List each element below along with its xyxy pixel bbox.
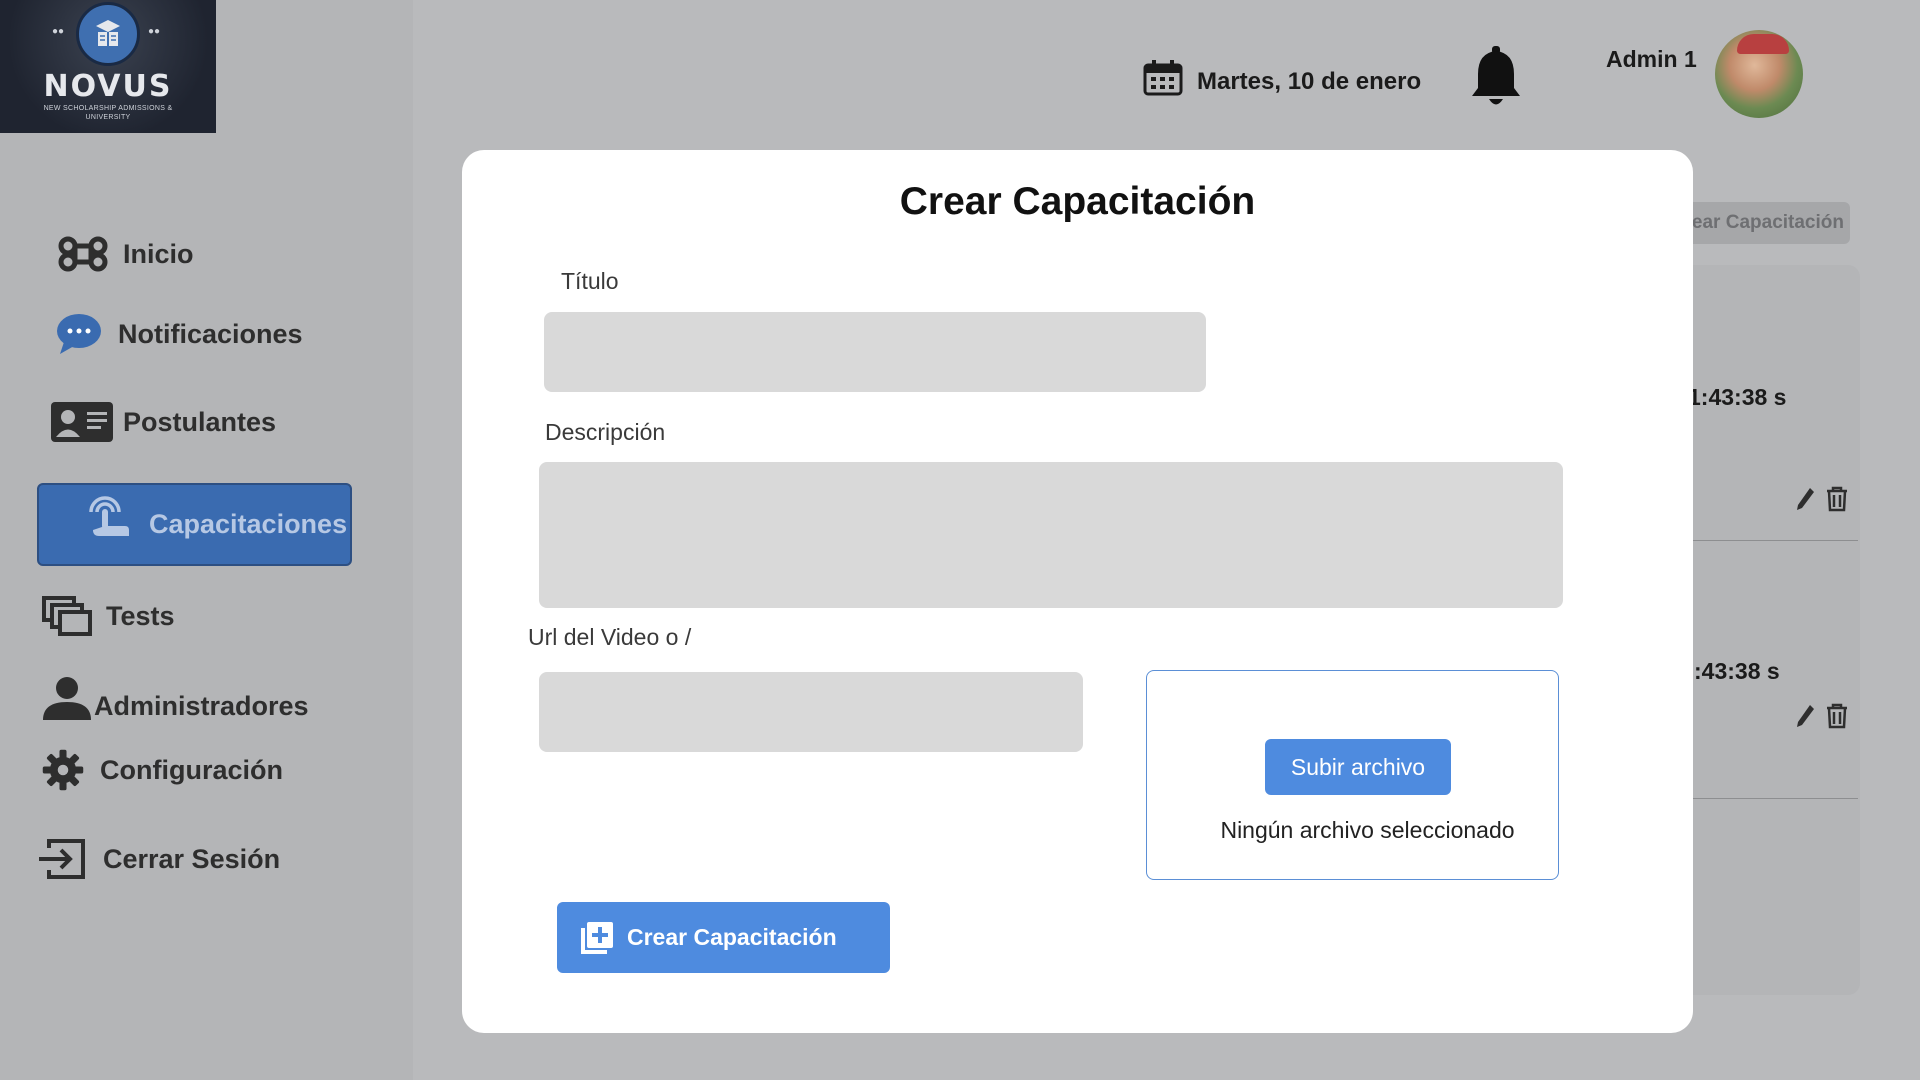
sidebar: ●● ●● NOVUS NEW SCHOLARSHIP ADMISSIONS &… — [0, 0, 413, 1080]
sidebar-item-capacitaciones[interactable]: Capacitaciones — [37, 483, 352, 566]
descripcion-label: Descripción — [545, 419, 666, 445]
add-library-icon — [581, 921, 613, 954]
decorative-dots-icon: ●● — [52, 26, 65, 37]
user-icon — [42, 676, 92, 720]
descripcion-textarea[interactable] — [539, 462, 1563, 608]
command-icon — [57, 232, 109, 276]
trash-icon — [1826, 703, 1848, 734]
upload-file-button[interactable]: Subir archivo — [1265, 739, 1451, 795]
sidebar-item-label: Postulantes — [123, 406, 277, 437]
current-date: Martes, 10 de enero — [1143, 60, 1421, 103]
sidebar-item-label: Notificaciones — [118, 318, 303, 349]
book-cap-emblem-icon — [76, 2, 140, 66]
sidebar-item-tests[interactable]: Tests — [42, 596, 175, 636]
trash-icon — [1826, 486, 1848, 517]
notification-bell-icon[interactable] — [1470, 46, 1522, 113]
sidebar-item-configuracion[interactable]: Configuración — [38, 748, 283, 792]
sidebar-item-label: Administradores — [94, 691, 309, 721]
brand-tagline: NEW SCHOLARSHIP ADMISSIONS & UNIVERSITY — [43, 105, 173, 121]
create-training-modal: Crear Capacitación Título Descripción Ur… — [462, 150, 1693, 1033]
pencil-icon — [1796, 703, 1816, 734]
user-name: Admin 1 — [1606, 46, 1697, 72]
gear-icon — [38, 748, 88, 792]
decorative-dots-icon: ●● — [148, 26, 161, 37]
id-card-icon — [51, 402, 113, 442]
avatar[interactable] — [1715, 30, 1803, 118]
sidebar-item-notificaciones[interactable]: Notificaciones — [56, 312, 303, 356]
sidebar-item-label: Tests — [106, 600, 175, 631]
sidebar-item-label: Capacitaciones — [149, 509, 348, 539]
create-training-button[interactable]: Crear Capacitación — [557, 902, 890, 973]
background-row-actions — [1796, 486, 1848, 517]
divider — [1690, 540, 1858, 541]
create-training-label: Crear Capacitación — [627, 924, 837, 950]
sidebar-item-inicio[interactable]: Inicio — [57, 232, 194, 276]
sidebar-item-label: Configuración — [100, 754, 283, 785]
file-upload-area[interactable]: Subir archivo Ningún archivo seleccionad… — [1146, 670, 1559, 880]
url-label: Url del Video o / — [528, 624, 692, 650]
titulo-input[interactable] — [544, 312, 1206, 392]
video-url-input[interactable] — [539, 672, 1083, 752]
sidebar-item-administradores[interactable]: Administradores — [42, 673, 309, 722]
sidebar-item-label: Cerrar Sesión — [103, 843, 281, 874]
sidebar-item-postulantes[interactable]: Postulantes — [51, 402, 276, 442]
modal-title: Crear Capacitación — [899, 180, 1256, 223]
chat-bubble-icon — [56, 312, 102, 356]
copy-windows-icon — [42, 596, 92, 636]
divider — [1690, 798, 1858, 799]
titulo-label: Título — [561, 268, 619, 294]
date-text: Martes, 10 de enero — [1197, 67, 1422, 95]
background-row-time: :43:38 s — [1694, 658, 1780, 684]
logout-icon — [37, 838, 87, 880]
upload-status: Ningún archivo seleccionado — [1220, 817, 1515, 843]
touch-hand-icon — [81, 494, 133, 538]
sidebar-item-cerrar-sesion[interactable]: Cerrar Sesión — [37, 838, 280, 880]
calendar-icon — [1143, 60, 1183, 103]
sidebar-item-label: Inicio — [123, 238, 194, 269]
background-row-time: 1:43:38 s — [1688, 384, 1787, 410]
pencil-icon — [1796, 486, 1816, 517]
brand-name: NOVUS — [43, 69, 173, 104]
background-row-actions — [1796, 703, 1848, 734]
brand-logo: ●● ●● NOVUS NEW SCHOLARSHIP ADMISSIONS &… — [0, 0, 216, 133]
